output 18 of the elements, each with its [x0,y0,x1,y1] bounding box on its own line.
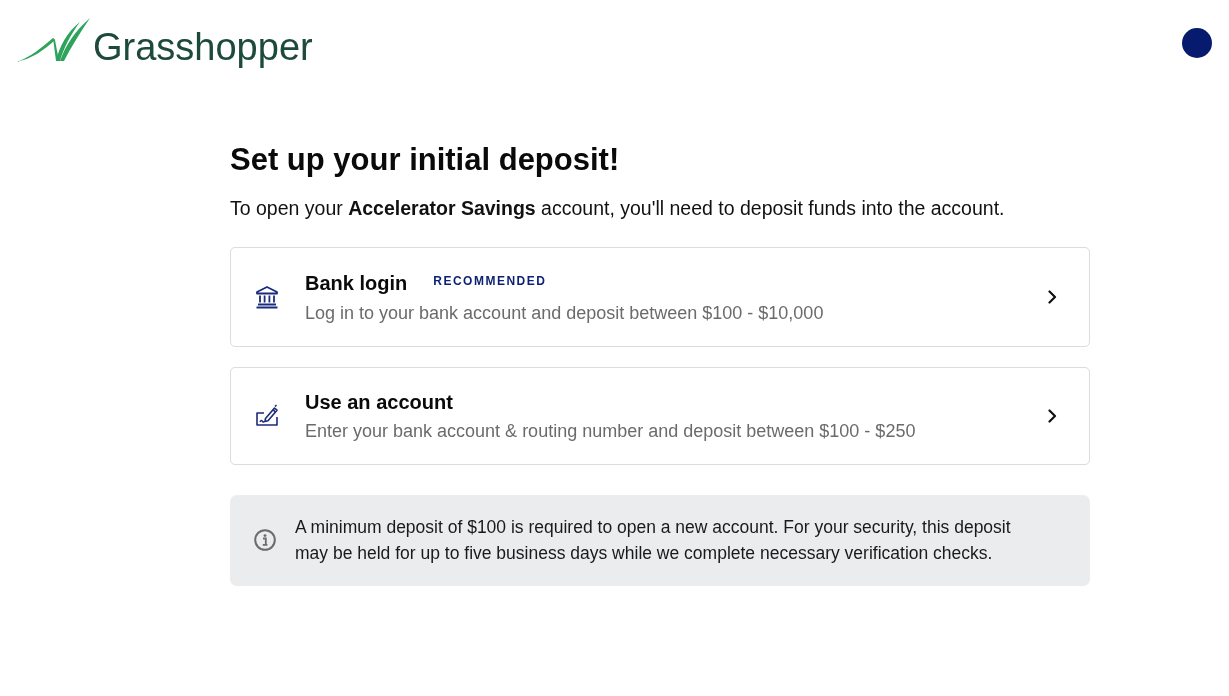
deposit-option-card[interactable]: Use an account Enter your bank account & routing number and deposit between $100 - $250 [230,367,1090,465]
chevron-right-icon [1048,290,1057,304]
option-description: Log in to your bank account and deposit between $100 - $10,000 [305,302,825,325]
intro-text: To open your Accelerator Savings account, you'll need to deposit funds into the account. [230,196,1006,221]
deposit-option-card[interactable]: Bank login RECOMMENDED Log in to your bank account and deposit between $100 - $10,000 [230,247,1090,347]
cheque-pen-icon [255,404,279,428]
option-title: Bank login [305,271,408,296]
logo-text: Grasshopper [93,25,313,69]
bank-building-icon [255,285,279,309]
info-icon [254,529,276,551]
recommended-label: RECOMMENDED [433,273,547,289]
chevron-right-icon [1048,409,1057,423]
option-title: Use an account [305,390,453,415]
grass-logo-icon [16,17,90,63]
avatar-icon[interactable] [1182,28,1212,58]
page-heading: Set up your initial deposit! [230,141,621,179]
notice-text: A minimum deposit of $100 is required to open a new account. For your security, this deposit may be held for up to five business days while we complete necessary verification checks. [295,516,1012,565]
option-description: Enter your bank account & routing number and deposit between $100 - $250 [305,420,917,443]
